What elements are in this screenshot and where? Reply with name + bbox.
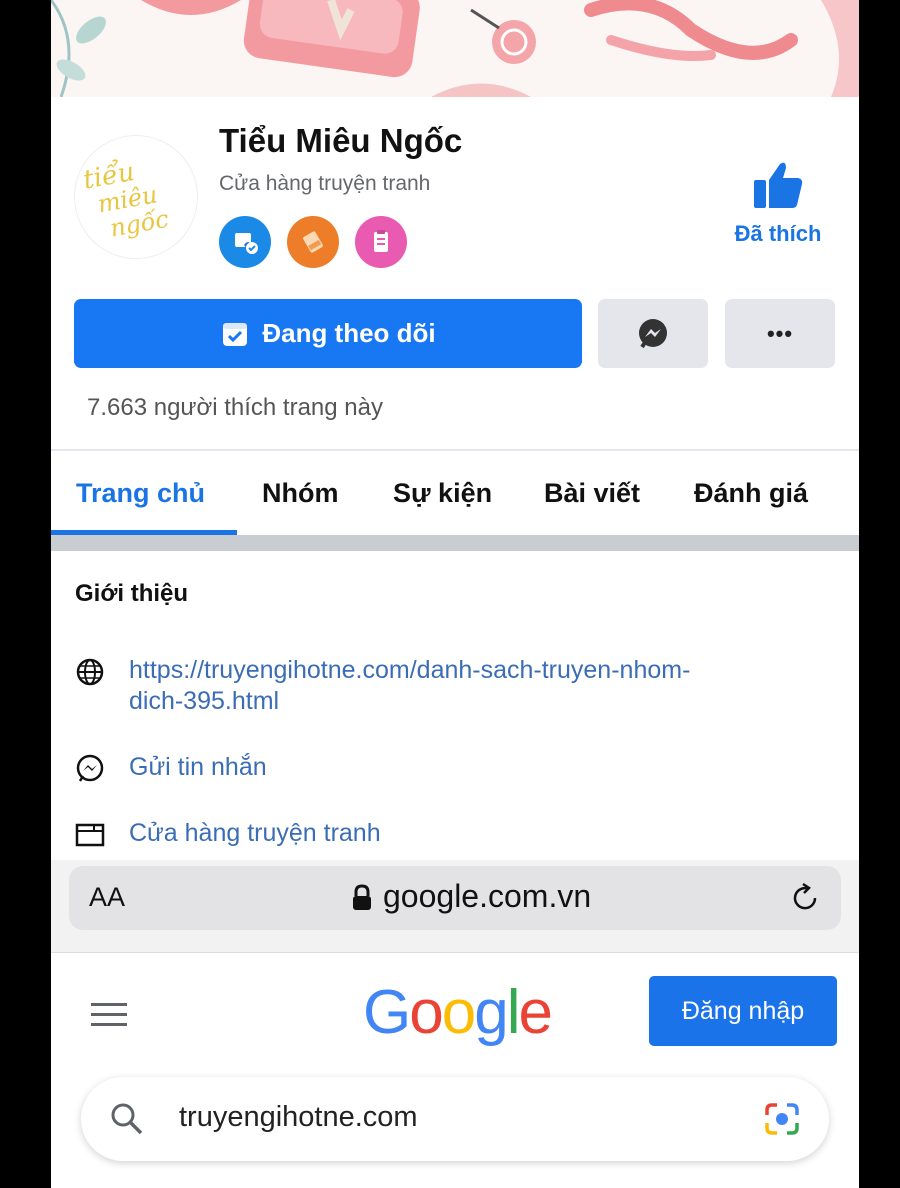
search-icon: [111, 1103, 143, 1135]
lock-icon: [353, 884, 371, 910]
google-lens-icon[interactable]: [763, 1101, 801, 1137]
page-tabs: Trang chủ Nhóm Sự kiện Bài viết Đánh giá: [51, 452, 859, 536]
tab-home[interactable]: Trang chủ: [76, 478, 205, 509]
google-logo-letter: G: [363, 978, 411, 1047]
search-query: truyengihotne.com: [179, 1101, 418, 1133]
website-link[interactable]: https://truyengihotne.com/danh-sach-truy…: [129, 655, 809, 717]
shop-category-icon: [75, 823, 105, 847]
page-category: Cửa hàng truyện tranh: [219, 172, 431, 195]
liked-button[interactable]: Đã thích: [723, 160, 833, 247]
tab-posts[interactable]: Bài viết: [544, 478, 640, 509]
messenger-outline-icon: [76, 754, 104, 782]
more-button[interactable]: •••: [725, 299, 835, 368]
text-size-button[interactable]: AA: [89, 882, 125, 913]
shop-badge-icon[interactable]: [287, 216, 339, 268]
google-logo-letter: o: [409, 978, 444, 1047]
checklist-badge-icon[interactable]: [355, 216, 407, 268]
reload-icon[interactable]: [789, 882, 821, 914]
address-bar[interactable]: AA google.com.vn: [69, 866, 841, 930]
google-logo-letter: o: [441, 978, 477, 1047]
tab-groups[interactable]: Nhóm: [262, 478, 339, 509]
messenger-icon: [639, 318, 667, 348]
globe-icon: [76, 658, 104, 686]
url-text: google.com.vn: [383, 878, 592, 914]
intro-category-row: Cửa hàng truyện tranh: [75, 818, 809, 850]
tab-events[interactable]: Sự kiện: [393, 478, 492, 509]
send-message-link[interactable]: Gửi tin nhắn: [129, 752, 809, 783]
messenger-button[interactable]: [598, 299, 708, 368]
sign-in-button[interactable]: Đăng nhập: [649, 976, 837, 1046]
thumbs-up-icon: [754, 162, 803, 208]
search-input[interactable]: truyengihotne.com: [81, 1077, 829, 1161]
page-name: Tiểu Miêu Ngốc: [219, 122, 463, 159]
website-link-line1: https://truyengihotne.com/danh-sach-truy…: [129, 656, 691, 684]
hamburger-menu-icon[interactable]: [91, 1001, 129, 1029]
avatar-logo-icon: tiểu miêu ngốc: [81, 156, 171, 243]
divider: [51, 449, 859, 451]
google-logo[interactable]: Google: [363, 977, 553, 1048]
section-separator: [51, 535, 859, 551]
following-check-icon: [223, 322, 248, 346]
top-fan-badge-icon[interactable]: [219, 216, 271, 268]
sign-in-label: Đăng nhập: [681, 996, 805, 1025]
liked-label: Đã thích: [734, 221, 822, 246]
likes-count: 7.663 người thích trang này: [87, 394, 383, 421]
intro-message-row: Gửi tin nhắn: [75, 752, 809, 784]
google-logo-letter: g: [474, 978, 509, 1047]
google-logo-letter: l: [506, 978, 521, 1047]
category-link[interactable]: Cửa hàng truyện tranh: [129, 818, 809, 849]
phone-screen: tiểu miêu ngốc Tiểu Miêu Ngốc Cửa hàng t…: [51, 0, 859, 1188]
page-avatar[interactable]: tiểu miêu ngốc: [75, 136, 197, 258]
following-button[interactable]: Đang theo dõi: [74, 299, 582, 368]
following-label: Đang theo dõi: [262, 318, 436, 348]
google-page: Google Đăng nhập truyengihotne.com: [51, 952, 859, 1188]
tab-reviews[interactable]: Đánh giá: [694, 478, 808, 509]
page-badges: [219, 216, 407, 268]
website-link-line2: dich-395.html: [129, 687, 280, 715]
more-dots-icon: •••: [766, 320, 794, 346]
intro-title: Giới thiệu: [75, 580, 189, 607]
intro-website-row: https://truyengihotne.com/danh-sach-truy…: [75, 655, 809, 717]
cover-illustration: [51, 0, 859, 97]
cover-photo: [51, 0, 859, 97]
google-logo-letter: e: [518, 978, 553, 1047]
